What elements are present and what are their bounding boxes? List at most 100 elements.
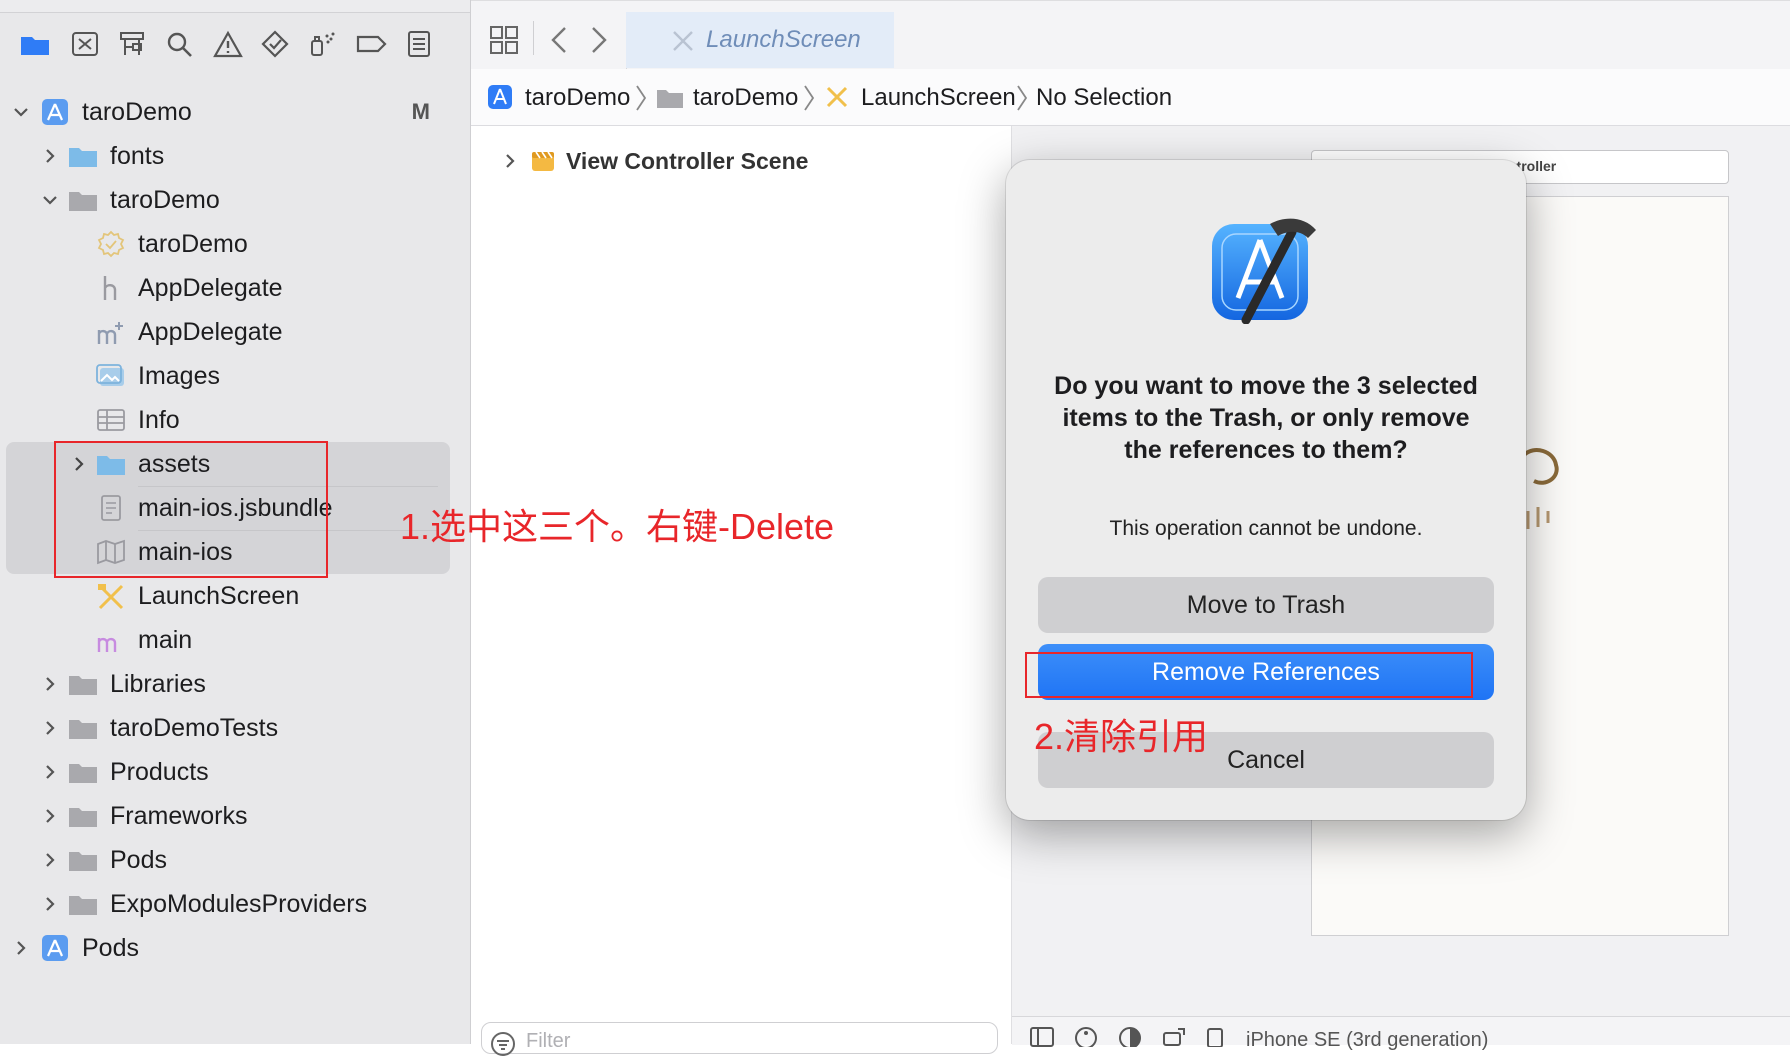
tree-row-pods-project[interactable]: Pods — [0, 926, 470, 970]
tree-row-label: Products — [110, 758, 209, 786]
breadcrumb-project[interactable]: taroDemo — [525, 84, 630, 112]
tree-row-appdelegate-h[interactable]: AppDelegate — [0, 266, 470, 310]
breadcrumb-group[interactable]: taroDemo — [693, 84, 798, 112]
tree-row-tarodemotests[interactable]: taroDemoTests — [0, 706, 470, 750]
plist-table-icon — [97, 409, 125, 431]
chevron-right-icon[interactable] — [40, 894, 60, 914]
tree-row-pods-group[interactable]: Pods — [0, 838, 470, 882]
group-folder-icon — [69, 896, 97, 915]
tree-row-entitlements[interactable]: taroDemo — [0, 222, 470, 266]
move-to-trash-button[interactable]: Move to Trash — [1038, 577, 1494, 633]
tree-row-label: Info — [138, 406, 180, 434]
close-icon[interactable] — [670, 28, 696, 54]
group-folder-icon — [69, 808, 97, 827]
xcode-app-icon — [1212, 218, 1316, 324]
filter-field[interactable]: Filter — [481, 1022, 998, 1056]
tree-row-label: ExpoModulesProviders — [110, 890, 368, 918]
tree-row-label: Pods — [110, 846, 167, 874]
chevron-right-icon[interactable] — [40, 850, 60, 870]
tab-label: LaunchScreen — [706, 26, 861, 53]
tree-row-expomodulesproviders[interactable]: ExpoModulesProviders — [0, 882, 470, 926]
tree-row-label: LaunchScreen — [138, 582, 300, 610]
test-diamond-icon[interactable] — [258, 29, 292, 59]
search-icon[interactable] — [163, 29, 197, 59]
tree-row-info[interactable]: Info — [0, 398, 470, 442]
annotation-step2: 2.清除引用 — [1034, 716, 1209, 757]
warning-icon[interactable] — [211, 29, 245, 59]
storyboard-icon — [826, 86, 848, 108]
group-folder-icon — [69, 852, 97, 871]
tree-row-libraries[interactable]: Libraries — [0, 662, 470, 706]
chevron-right-icon[interactable] — [40, 674, 60, 694]
chevron-right-icon[interactable] — [11, 938, 31, 958]
group-folder-icon — [69, 192, 97, 211]
tree-row-label: taroDemo — [82, 98, 192, 126]
annotation-step1: 1.选中这三个。右键-Delete — [400, 506, 835, 547]
tree-row-project-tarodemo[interactable]: taroDemo M — [0, 90, 470, 134]
tree-row-group-tarodemo[interactable]: taroDemo — [0, 178, 470, 222]
annotation-box-selection — [54, 441, 328, 578]
device-label[interactable]: iPhone SE (3rd generation) — [1246, 1029, 1488, 1052]
breadcrumb-file[interactable]: LaunchScreen — [861, 84, 1016, 112]
folder-icon — [69, 148, 97, 167]
tree-row-label: taroDemo — [138, 230, 248, 258]
outline-toggle-icon[interactable] — [1030, 1027, 1054, 1047]
tree-row-main[interactable]: main — [0, 618, 470, 662]
breadcrumb-selection[interactable]: No Selection — [1036, 84, 1172, 112]
filter-placeholder: Filter — [526, 1030, 571, 1052]
appearance-icon[interactable] — [1118, 1027, 1142, 1047]
xcode-project-icon — [488, 85, 512, 109]
toolbar-divider — [533, 21, 534, 55]
back-chevron-icon[interactable] — [547, 25, 573, 55]
accessibility-icon[interactable] — [1074, 1027, 1098, 1047]
tree-row-label: Pods — [82, 934, 139, 962]
header-file-icon — [103, 276, 117, 300]
xcode-project-icon — [42, 99, 68, 125]
chevron-right-icon[interactable] — [40, 762, 60, 782]
document-outline — [471, 126, 1012, 1044]
hierarchy-icon[interactable] — [115, 29, 149, 59]
breakpoint-icon[interactable] — [354, 29, 388, 59]
dialog-title: Do you want to move the 3 selected items… — [1054, 372, 1478, 464]
entitlements-seal-icon — [97, 230, 125, 258]
navigator-selector-bar — [0, 13, 470, 69]
annotation-box-remove — [1025, 652, 1473, 698]
group-folder-icon — [657, 90, 683, 108]
tree-row-label: Frameworks — [110, 802, 248, 830]
chevron-down-icon[interactable] — [11, 102, 31, 122]
chevron-right-icon[interactable] — [500, 151, 520, 171]
tree-row-frameworks[interactable]: Frameworks — [0, 794, 470, 838]
scene-icon — [532, 151, 554, 171]
breadcrumb-separator-icon — [636, 85, 647, 111]
filter-icon — [491, 1032, 515, 1056]
tree-row-label: taroDemo — [110, 186, 220, 214]
source-control-icon[interactable] — [68, 29, 102, 59]
window-top-strip — [0, 0, 470, 13]
objc-source-icon — [97, 322, 123, 344]
chevron-right-icon[interactable] — [40, 806, 60, 826]
report-icon[interactable] — [402, 29, 436, 59]
scene-label[interactable]: View Controller Scene — [566, 148, 808, 175]
forward-chevron-icon[interactable] — [585, 25, 611, 55]
dialog-message: This operation cannot be undone. — [1109, 517, 1423, 540]
storyboard-icon — [98, 584, 124, 610]
modified-badge: M — [411, 99, 430, 124]
xcode-project-icon — [42, 935, 68, 961]
chevron-right-icon[interactable] — [40, 718, 60, 738]
tree-row-label: Libraries — [110, 670, 206, 698]
tree-row-label: Images — [138, 362, 220, 390]
debug-spray-icon[interactable] — [306, 29, 340, 59]
tree-row-label: fonts — [110, 142, 165, 170]
chevron-down-icon[interactable] — [40, 190, 60, 210]
folder-icon[interactable] — [18, 29, 52, 59]
chevron-right-icon[interactable] — [40, 146, 60, 166]
tree-row-label: AppDelegate — [138, 318, 283, 346]
tree-row-products[interactable]: Products — [0, 750, 470, 794]
grid-icon[interactable] — [489, 25, 519, 55]
group-folder-icon — [69, 720, 97, 739]
tree-row-launchscreen[interactable]: LaunchScreen — [0, 574, 470, 618]
tree-row-fonts[interactable]: fonts — [0, 134, 470, 178]
tree-row-appdelegate-m[interactable]: AppDelegate — [0, 310, 470, 354]
tree-row-images[interactable]: Images — [0, 354, 470, 398]
asset-catalog-icon — [96, 364, 124, 386]
